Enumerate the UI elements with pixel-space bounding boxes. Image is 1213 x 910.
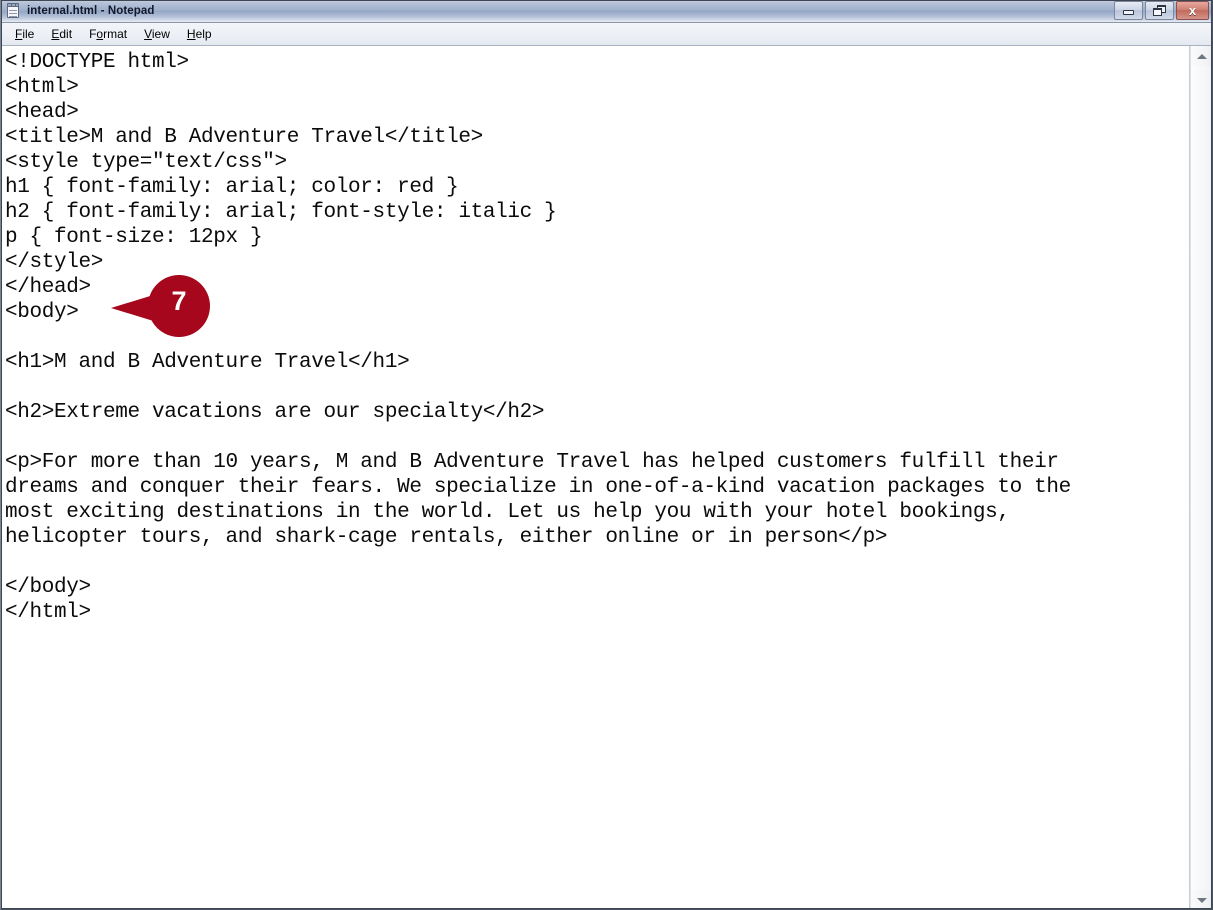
window-controls: x bbox=[1114, 1, 1209, 20]
notepad-icon bbox=[5, 3, 21, 19]
scroll-up-button[interactable] bbox=[1191, 46, 1212, 66]
editor-content[interactable]: <!DOCTYPE html> <html> <head> <title>M a… bbox=[5, 50, 1189, 625]
scroll-up-arrow-icon bbox=[1197, 53, 1207, 59]
menu-item-file[interactable]: File bbox=[7, 26, 43, 42]
window-title: internal.html - Notepad bbox=[27, 5, 155, 17]
close-button[interactable]: x bbox=[1176, 1, 1209, 20]
menu-item-format[interactable]: Format bbox=[81, 26, 136, 42]
close-icon: x bbox=[1188, 3, 1197, 18]
scrollbar-track[interactable] bbox=[1191, 66, 1212, 890]
menu-bar: File Edit Format View Help bbox=[1, 23, 1212, 46]
scroll-down-arrow-icon bbox=[1197, 897, 1207, 903]
editor-area: <!DOCTYPE html> <html> <head> <title>M a… bbox=[1, 46, 1212, 909]
text-editor[interactable]: <!DOCTYPE html> <html> <head> <title>M a… bbox=[1, 46, 1190, 909]
minimize-button[interactable] bbox=[1114, 1, 1143, 20]
title-bar[interactable]: internal.html - Notepad x bbox=[1, 0, 1212, 23]
restore-button[interactable] bbox=[1145, 1, 1174, 20]
scroll-down-button[interactable] bbox=[1191, 890, 1212, 909]
notepad-window: internal.html - Notepad x File Edit Form… bbox=[0, 0, 1213, 910]
menu-item-edit[interactable]: Edit bbox=[43, 26, 81, 42]
restore-icon bbox=[1153, 5, 1166, 16]
menu-item-help[interactable]: Help bbox=[179, 26, 221, 42]
menu-item-view[interactable]: View bbox=[136, 26, 179, 42]
minimize-icon bbox=[1123, 10, 1134, 15]
vertical-scrollbar[interactable] bbox=[1190, 46, 1212, 909]
